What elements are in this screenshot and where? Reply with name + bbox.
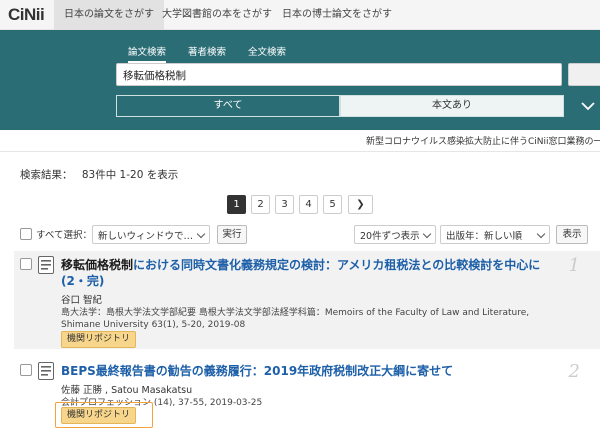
select-all-label: すべて選択：	[36, 230, 92, 241]
chevron-down-icon	[536, 229, 546, 239]
result-title-text: BEPS最終報告書の勧告の義務履行：2019年政府税制改正大綱に寄せて	[61, 364, 454, 378]
page-5[interactable]: 5	[323, 195, 342, 214]
result-count: 検索結果： 83件中 1-20 を表示	[20, 167, 178, 182]
top-nav: CiNii 日本の論文をさがす 大学図書館の本をさがす 日本の博士論文をさがす	[0, 0, 600, 30]
page-1[interactable]: 1	[227, 195, 246, 214]
result-publication: 島大法学：島根大学法文学部紀要 島根大学法文学部法経学科篇：Memoirs of…	[61, 308, 530, 330]
chevron-down-icon	[196, 229, 206, 239]
tab-fulltext-search[interactable]: 全文検索	[248, 44, 286, 58]
chevron-down-icon[interactable]	[576, 94, 600, 118]
window-select-value: 新しいウィンドウで…	[98, 231, 194, 242]
logo-text: CiNii	[8, 5, 45, 24]
result-title-highlight: 移転価格税制	[61, 258, 134, 272]
search-panel: 論文検索 著者検索 全文検索 移転価格税制 すべて 本文あり	[0, 30, 600, 130]
page-2[interactable]: 2	[251, 195, 270, 214]
result-item: 移転価格税制における同時文書化義務規定の検討：アメリカ租税法との比較検討を中心に…	[14, 251, 600, 349]
search-button[interactable]	[568, 63, 600, 86]
page-4[interactable]: 4	[299, 195, 318, 214]
next-page-button[interactable]: ❯	[348, 195, 373, 214]
document-icon	[38, 362, 54, 380]
result-title-link[interactable]: 移転価格税制における同時文書化義務規定の検討：アメリカ租税法との比較検討を中心に…	[61, 257, 551, 289]
filter-fulltext-available[interactable]: 本文あり	[340, 95, 564, 117]
result-checkbox[interactable]	[20, 364, 32, 376]
nav-doctoral-dissertations[interactable]: 日本の博士論文をさがす	[272, 0, 402, 30]
result-number: 1	[568, 255, 580, 276]
result-item: BEPS最終報告書の勧告の義務履行：2019年政府税制改正大綱に寄せて 2 佐藤…	[14, 357, 600, 436]
result-title-text: における同時文書化義務規定の検討：アメリカ租税法との比較検討を中心に(2・完)	[61, 258, 541, 288]
tab-article-search[interactable]: 論文検索	[128, 44, 167, 63]
run-button[interactable]: 実行	[217, 225, 247, 244]
chevron-down-icon	[422, 229, 432, 239]
filter-all[interactable]: すべて	[116, 95, 340, 117]
show-button[interactable]: 表示	[556, 225, 588, 244]
institutional-repository-badge[interactable]: 機関リポジトリ	[61, 407, 137, 424]
cinii-logo[interactable]: CiNii	[8, 5, 45, 25]
result-title-link[interactable]: BEPS最終報告書の勧告の義務履行：2019年政府税制改正大綱に寄せて	[61, 363, 551, 379]
result-author-link[interactable]: 佐藤 正勝 , Satou Masakatsu	[61, 382, 192, 396]
result-count-label: 検索結果：	[20, 169, 73, 181]
results-toolbar: すべて選択： 新しいウィンドウで… 実行 20件ずつ表示 出版年：新しい順 表示	[0, 224, 600, 246]
result-count-value: 83件中 1-20 を表示	[81, 169, 179, 181]
select-all-checkbox[interactable]	[20, 228, 32, 240]
result-checkbox[interactable]	[20, 258, 32, 270]
nav-japanese-articles[interactable]: 日本の論文をさがす	[54, 0, 164, 30]
sort-select[interactable]: 出版年：新しい順	[440, 225, 550, 244]
per-page-select[interactable]: 20件ずつ表示	[354, 225, 436, 244]
window-select[interactable]: 新しいウィンドウで…	[92, 225, 210, 244]
document-icon	[38, 256, 54, 274]
per-page-value: 20件ずつ表示	[360, 231, 420, 242]
notice-bar: 新型コロナウイルス感染拡大防止に伴うCiNii窓口業務の一	[0, 130, 600, 152]
result-number: 2	[568, 361, 580, 382]
nav-university-library-books[interactable]: 大学図書館の本をさがす	[152, 0, 282, 30]
sort-value: 出版年：新しい順	[446, 231, 523, 242]
result-author-link[interactable]: 谷口 智紀	[61, 292, 102, 306]
page-3[interactable]: 3	[275, 195, 294, 214]
search-input[interactable]: 移転価格税制	[116, 63, 562, 86]
institutional-repository-badge[interactable]: 機関リポジトリ	[61, 331, 137, 348]
notice-text[interactable]: 新型コロナウイルス感染拡大防止に伴うCiNii窓口業務の一	[366, 134, 600, 147]
tab-author-search[interactable]: 著者検索	[188, 44, 226, 58]
